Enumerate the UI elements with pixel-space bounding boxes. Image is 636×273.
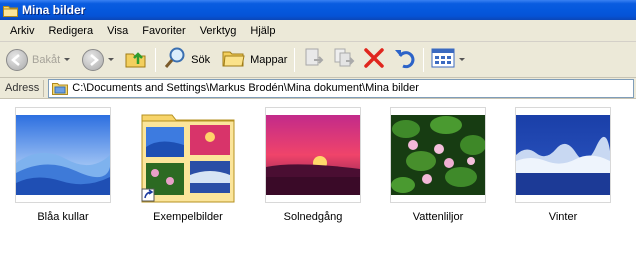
toolbar-separator [423,47,425,72]
menu-hjalp[interactable]: Hjälp [244,21,281,41]
back-label: Bakåt [32,53,61,66]
delete-button[interactable] [359,45,389,75]
water-lilies-thumbnail [391,115,485,195]
file-view: Blåa kullar Exempelbilder Solnedgång Vat… [0,99,636,273]
forward-button[interactable] [79,45,117,75]
toolbar-separator [155,47,157,72]
delete-icon [362,46,386,73]
file-item[interactable]: Vattenliljor [390,107,486,223]
back-dropdown-icon[interactable] [64,58,71,61]
blue-hills-thumbnail [16,115,110,195]
thumbnail-frame [15,107,111,203]
back-button[interactable]: Bakåt [3,45,73,75]
menu-bar: Arkiv Redigera Visa Favoriter Verktyg Hj… [0,20,636,42]
forward-dropdown-icon[interactable] [108,58,115,61]
window-title: Mina bilder [22,3,86,17]
move-to-icon [302,46,326,73]
file-item[interactable]: Vinter [515,107,611,223]
up-folder-button[interactable] [121,45,151,75]
menu-favoriter[interactable]: Favoriter [136,21,191,41]
toolbar: Bakåt Sök Mappar [0,42,636,78]
undo-icon [392,46,416,73]
folder-icon [52,81,69,95]
menu-redigera[interactable]: Redigera [42,21,99,41]
folder-icon [3,4,18,17]
file-name: Exempelbilder [153,211,223,223]
forward-arrow-icon [82,48,105,71]
undo-button[interactable] [389,45,419,75]
address-label: Adress [5,82,40,94]
up-folder-icon [124,46,148,73]
winter-thumbnail [516,115,610,195]
file-name: Vinter [548,211,578,223]
back-arrow-icon [6,48,28,71]
search-icon [163,46,187,73]
folders-label: Mappar [250,53,288,66]
thumbnail-frame [515,107,611,203]
title-bar[interactable]: Mina bilder [0,0,636,20]
move-to-button[interactable] [299,45,329,75]
sunset-thumbnail [266,115,360,195]
thumbnail-frame [265,107,361,203]
file-item[interactable]: Exempelbilder [140,107,236,223]
file-item[interactable]: Solnedgång [265,107,361,223]
search-button[interactable]: Sök [160,45,213,75]
views-button[interactable] [428,45,468,75]
folders-icon [222,47,246,72]
address-separator [43,79,45,97]
views-icon [431,47,455,72]
menu-verktyg[interactable]: Verktyg [194,21,243,41]
folder-thumbnail [141,114,235,203]
thumbnail-frame [140,107,236,203]
file-name: Solnedgång [283,211,343,223]
address-path: C:\Documents and Settings\Markus Brodén\… [72,82,419,94]
folders-button[interactable]: Mappar [219,45,290,75]
address-field[interactable]: C:\Documents and Settings\Markus Brodén\… [48,78,634,98]
toolbar-separator [294,47,296,72]
file-name: Vattenliljor [412,211,464,223]
file-name: Blåa kullar [37,211,89,223]
menu-visa[interactable]: Visa [101,21,134,41]
search-label: Sök [191,53,211,66]
views-dropdown-icon[interactable] [459,58,466,61]
file-item[interactable]: Blåa kullar [15,107,111,223]
address-bar: Adress C:\Documents and Settings\Markus … [0,78,636,99]
menu-arkiv[interactable]: Arkiv [4,21,40,41]
copy-to-icon [332,46,356,73]
thumbnail-frame [390,107,486,203]
copy-to-button[interactable] [329,45,359,75]
